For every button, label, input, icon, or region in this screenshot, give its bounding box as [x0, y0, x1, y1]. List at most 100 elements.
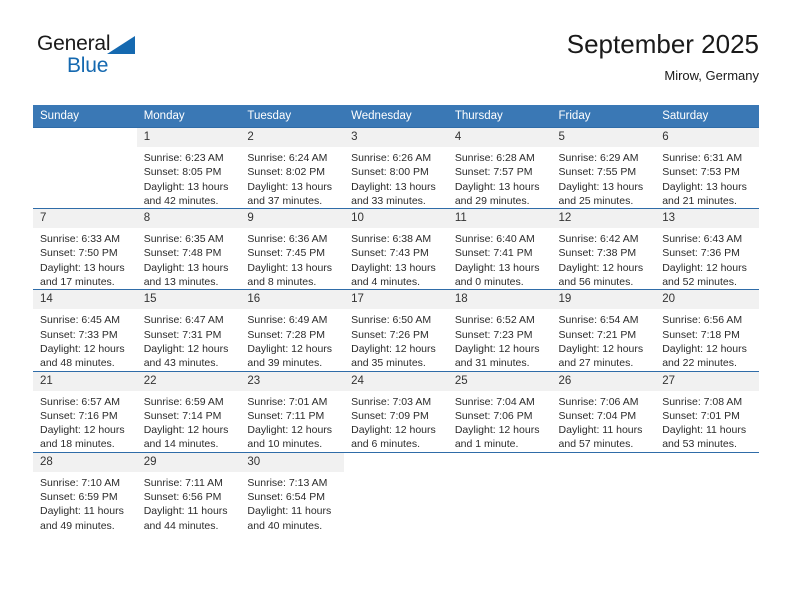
sunset-text: Sunset: 8:00 PM: [351, 166, 429, 179]
general-blue-logo: General Blue: [37, 32, 217, 88]
daylight-text-line2: and 57 minutes.: [558, 438, 634, 451]
calendar-day-cell[interactable]: 7 Sunrise: 6:33 AM Sunset: 7:50 PM Daylight…: [33, 208, 137, 290]
calendar-day-cell[interactable]: 22 Sunrise: 6:59 AM Sunset: 7:14 PM Dayligh…: [136, 370, 241, 453]
day-details: Sunrise: 6:35 AM Sunset: 7:48 PM Daylight:…: [137, 228, 241, 289]
sunset-text: Sunset: 7:50 PM: [40, 247, 118, 260]
day-number: 19: [551, 290, 656, 310]
daylight-text-line2: and 18 minutes.: [40, 438, 115, 451]
day-number: 8: [136, 209, 241, 229]
day-number: 10: [344, 209, 448, 229]
daylight-text-line1: Daylight: 11 hours: [558, 424, 643, 437]
calendar-day-cell[interactable]: 16 Sunrise: 6:49 AM Sunset: 7:28 PM Dayligh…: [240, 289, 345, 372]
day-number: 23: [240, 371, 345, 391]
day-number: 14: [33, 290, 137, 310]
day-details: Sunrise: 6:40 AM Sunset: 7:41 PM Daylight:…: [448, 228, 552, 289]
page-title: September 2025: [566, 29, 759, 59]
sunset-text: Sunset: 7:04 PM: [558, 409, 637, 422]
daylight-text-line1: Daylight: 12 hours: [40, 424, 125, 437]
daylight-text-line1: Daylight: 12 hours: [40, 342, 125, 355]
daylight-text-line2: and 48 minutes.: [40, 357, 115, 370]
calendar-day-cell[interactable]: 24 Sunrise: 7:03 AM Sunset: 7:09 PM Dayligh…: [344, 370, 448, 453]
sunset-text: Sunset: 7:57 PM: [454, 166, 533, 179]
calendar-cell-empty: [447, 451, 552, 533]
calendar-week-row: 7 Sunrise: 6:33 AM Sunset: 7:50 PM Daylight…: [33, 208, 759, 290]
calendar-day-cell[interactable]: 29 Sunrise: 7:11 AM Sunset: 6:56 PM Dayligh…: [136, 451, 241, 533]
sunset-text: Sunset: 8:02 PM: [247, 166, 326, 179]
daylight-text-line2: and 22 minutes.: [662, 357, 737, 370]
day-number: 5: [551, 128, 656, 147]
calendar-day-cell[interactable]: 26 Sunrise: 7:06 AM Sunset: 7:04 PM Dayligh…: [551, 370, 656, 453]
day-details: Sunrise: 6:49 AM Sunset: 7:28 PM Daylight:…: [240, 309, 344, 370]
calendar-cell-empty: [655, 451, 759, 533]
day-details: Sunrise: 6:45 AM Sunset: 7:33 PM Daylight:…: [33, 309, 137, 370]
day-details: Sunrise: 6:54 AM Sunset: 7:21 PM Daylight:…: [552, 309, 656, 370]
sunrise-text: Sunrise: 6:29 AM: [558, 152, 639, 164]
day-number: 22: [136, 371, 241, 391]
sunset-text: Sunset: 7:14 PM: [143, 409, 222, 422]
calendar-day-cell[interactable]: 28 Sunrise: 7:10 AM Sunset: 6:59 PM Dayligh…: [33, 451, 137, 533]
day-number: [551, 452, 656, 472]
sunrise-text: Sunrise: 6:43 AM: [662, 233, 743, 246]
calendar-grid: Sunday Monday Tuesday Wednesday Thursday…: [33, 105, 759, 533]
calendar-week-row: 28 Sunrise: 7:10 AM Sunset: 6:59 PM Dayligh…: [33, 451, 759, 533]
calendar-day-cell[interactable]: 19 Sunrise: 6:54 AM Sunset: 7:21 PM Dayligh…: [551, 289, 656, 372]
daylight-text-line1: Daylight: 13 hours: [454, 261, 540, 274]
calendar-day-cell[interactable]: 17 Sunrise: 6:50 AM Sunset: 7:26 PM Dayligh…: [344, 289, 448, 372]
calendar-day-cell[interactable]: 1 Sunrise: 6:23 AM Sunset: 8:05 PM Daylight…: [136, 126, 241, 209]
daylight-text-line2: and 17 minutes.: [40, 276, 115, 289]
daylight-text-line1: Daylight: 13 hours: [143, 180, 229, 193]
day-number: 11: [447, 209, 552, 229]
sunrise-text: Sunrise: 6:35 AM: [143, 233, 224, 246]
daylight-text-line1: Daylight: 13 hours: [351, 180, 436, 193]
calendar-cell-empty: [344, 451, 448, 533]
calendar-day-cell[interactable]: 3 Sunrise: 6:26 AM Sunset: 8:00 PM Daylight…: [344, 126, 448, 209]
calendar-day-cell[interactable]: 14 Sunrise: 6:45 AM Sunset: 7:33 PM Dayligh…: [33, 289, 137, 372]
calendar-day-cell[interactable]: 27 Sunrise: 7:08 AM Sunset: 7:01 PM Dayligh…: [655, 370, 759, 453]
sunset-text: Sunset: 8:05 PM: [143, 166, 222, 179]
weekday-header-tuesday: Tuesday: [240, 105, 345, 128]
calendar-day-cell[interactable]: 23 Sunrise: 7:01 AM Sunset: 7:11 PM Dayligh…: [240, 370, 345, 453]
calendar-day-cell[interactable]: 2 Sunrise: 6:24 AM Sunset: 8:02 PM Daylight…: [240, 126, 345, 209]
day-number: 13: [655, 209, 759, 229]
day-details: Sunrise: 6:26 AM Sunset: 8:00 PM Daylight:…: [344, 147, 448, 208]
day-number: 16: [240, 290, 345, 310]
calendar-day-cell[interactable]: 6 Sunrise: 6:31 AM Sunset: 7:53 PM Daylight…: [655, 126, 759, 209]
calendar-day-cell[interactable]: 20 Sunrise: 6:56 AM Sunset: 7:18 PM Dayligh…: [655, 289, 759, 372]
day-number: 28: [33, 452, 137, 472]
day-details: Sunrise: 6:43 AM Sunset: 7:36 PM Daylight:…: [655, 228, 759, 289]
calendar-day-cell[interactable]: 10 Sunrise: 6:38 AM Sunset: 7:43 PM Dayligh…: [344, 208, 448, 290]
sunset-text: Sunset: 7:01 PM: [662, 409, 740, 422]
day-number: [344, 452, 448, 472]
calendar-day-cell[interactable]: 5 Sunrise: 6:29 AM Sunset: 7:55 PM Daylight…: [551, 126, 656, 209]
daylight-text-line2: and 4 minutes.: [351, 276, 420, 289]
daylight-text-line2: and 31 minutes.: [454, 357, 530, 370]
sunrise-text: Sunrise: 7:03 AM: [351, 395, 432, 408]
daylight-text-line2: and 35 minutes.: [351, 357, 426, 370]
day-details: Sunrise: 6:29 AM Sunset: 7:55 PM Daylight:…: [552, 147, 656, 208]
calendar-day-cell[interactable]: 15 Sunrise: 6:47 AM Sunset: 7:31 PM Dayligh…: [136, 289, 241, 372]
calendar-day-cell[interactable]: 21 Sunrise: 6:57 AM Sunset: 7:16 PM Dayligh…: [33, 370, 137, 453]
calendar-day-cell[interactable]: 8 Sunrise: 6:35 AM Sunset: 7:48 PM Daylight…: [136, 208, 241, 290]
daylight-text-line2: and 52 minutes.: [662, 276, 737, 289]
daylight-text-line2: and 27 minutes.: [558, 357, 634, 370]
calendar-day-cell[interactable]: 13 Sunrise: 6:43 AM Sunset: 7:36 PM Dayligh…: [655, 208, 759, 290]
day-details: Sunrise: 6:36 AM Sunset: 7:45 PM Daylight:…: [240, 228, 344, 289]
calendar-day-cell[interactable]: 25 Sunrise: 7:04 AM Sunset: 7:06 PM Dayligh…: [447, 370, 552, 453]
day-number: 26: [551, 371, 656, 391]
weekday-header-row: Sunday Monday Tuesday Wednesday Thursday…: [33, 105, 759, 128]
day-number: 27: [655, 371, 759, 391]
daylight-text-line1: Daylight: 12 hours: [143, 424, 229, 437]
sunrise-text: Sunrise: 7:10 AM: [40, 476, 120, 489]
sunset-text: Sunset: 6:54 PM: [247, 491, 326, 504]
calendar-day-cell[interactable]: 18 Sunrise: 6:52 AM Sunset: 7:23 PM Dayligh…: [447, 289, 552, 372]
calendar-day-cell[interactable]: 12 Sunrise: 6:42 AM Sunset: 7:38 PM Dayligh…: [551, 208, 656, 290]
logo-word-blue: Blue: [67, 54, 109, 77]
daylight-text-line2: and 56 minutes.: [558, 276, 634, 289]
sunset-text: Sunset: 6:56 PM: [143, 491, 222, 504]
calendar-day-cell[interactable]: 4 Sunrise: 6:28 AM Sunset: 7:57 PM Daylight…: [447, 126, 552, 209]
calendar-day-cell[interactable]: 9 Sunrise: 6:36 AM Sunset: 7:45 PM Daylight…: [240, 208, 345, 290]
daylight-text-line1: Daylight: 12 hours: [454, 342, 540, 355]
day-details: Sunrise: 7:13 AM Sunset: 6:54 PM Daylight:…: [240, 472, 344, 533]
calendar-day-cell[interactable]: 30 Sunrise: 7:13 AM Sunset: 6:54 PM Dayligh…: [240, 451, 345, 533]
calendar-day-cell[interactable]: 11 Sunrise: 6:40 AM Sunset: 7:41 PM Dayligh…: [447, 208, 552, 290]
